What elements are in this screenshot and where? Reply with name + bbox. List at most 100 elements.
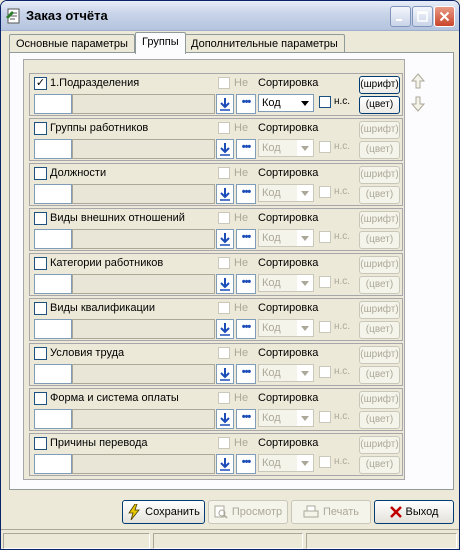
group-code-input[interactable] bbox=[34, 184, 72, 204]
group-ne-checkbox[interactable] bbox=[218, 392, 230, 404]
group-nc-checkbox[interactable] bbox=[319, 141, 331, 153]
group-nc-checkbox[interactable] bbox=[319, 456, 331, 468]
download-arrow-icon bbox=[220, 143, 230, 156]
group-checkbox[interactable] bbox=[34, 212, 47, 225]
print-button[interactable]: Печать bbox=[291, 500, 371, 524]
group-sort-value: Код bbox=[262, 232, 281, 244]
maximize-button[interactable] bbox=[412, 6, 433, 27]
group-ne-checkbox[interactable] bbox=[218, 302, 230, 314]
group-download-button[interactable] bbox=[216, 364, 234, 384]
group-code-input[interactable] bbox=[34, 94, 72, 114]
group-nc-checkbox[interactable] bbox=[319, 186, 331, 198]
group-color-button[interactable]: (цвет) bbox=[359, 411, 400, 429]
group-browse-button[interactable]: ••• bbox=[236, 409, 256, 429]
group-ne-checkbox[interactable] bbox=[218, 212, 230, 224]
group-color-button[interactable]: (цвет) bbox=[359, 96, 400, 114]
group-ne-checkbox[interactable] bbox=[218, 167, 230, 179]
close-button[interactable] bbox=[434, 6, 455, 27]
tab-additional-parameters[interactable]: Дополнительные параметры bbox=[184, 34, 345, 53]
group-code-input[interactable] bbox=[34, 139, 72, 159]
group-color-button[interactable]: (цвет) bbox=[359, 276, 400, 294]
group-browse-button[interactable]: ••• bbox=[236, 454, 256, 474]
group-color-button[interactable]: (цвет) bbox=[359, 186, 400, 204]
group-checkbox[interactable]: ✓ bbox=[34, 77, 47, 90]
group-nc-label: н.с. bbox=[334, 186, 351, 197]
group-color-button[interactable]: (цвет) bbox=[359, 321, 400, 339]
group-font-button[interactable]: (шрифт) bbox=[359, 121, 400, 139]
group-nc-checkbox[interactable] bbox=[319, 411, 331, 423]
group-font-button[interactable]: (шрифт) bbox=[359, 166, 400, 184]
group-font-button[interactable]: (шрифт) bbox=[359, 76, 400, 94]
group-download-button[interactable] bbox=[216, 319, 234, 339]
group-download-button[interactable] bbox=[216, 229, 234, 249]
group-download-button[interactable] bbox=[216, 454, 234, 474]
title-bar[interactable]: Заказ отчёта bbox=[1, 1, 459, 31]
group-color-button[interactable]: (цвет) bbox=[359, 456, 400, 474]
group-ne-checkbox[interactable] bbox=[218, 257, 230, 269]
group-ne-checkbox[interactable] bbox=[218, 437, 230, 449]
group-sort-select[interactable]: Код bbox=[258, 139, 314, 157]
group-sort-select[interactable]: Код bbox=[258, 409, 314, 427]
group-code-input[interactable] bbox=[34, 409, 72, 429]
group-sort-select[interactable]: Код bbox=[258, 364, 314, 382]
group-ne-label: Не bbox=[234, 302, 249, 314]
group-nc-checkbox[interactable] bbox=[319, 321, 331, 333]
move-up-arrow-icon[interactable] bbox=[411, 73, 425, 89]
group-nc-label: н.с. bbox=[334, 321, 351, 332]
minimize-button[interactable] bbox=[390, 6, 411, 27]
group-color-button[interactable]: (цвет) bbox=[359, 366, 400, 384]
group-checkbox[interactable] bbox=[34, 122, 47, 135]
exit-button[interactable]: Выход bbox=[374, 500, 454, 524]
group-ne-checkbox[interactable] bbox=[218, 347, 230, 359]
group-font-button[interactable]: (шрифт) bbox=[359, 301, 400, 319]
group-ne-checkbox[interactable] bbox=[218, 77, 230, 89]
group-sort-select[interactable]: Код bbox=[258, 274, 314, 292]
group-code-input[interactable] bbox=[34, 454, 72, 474]
group-download-button[interactable] bbox=[216, 274, 234, 294]
group-nc-checkbox[interactable] bbox=[319, 231, 331, 243]
move-down-arrow-icon[interactable] bbox=[411, 96, 425, 112]
group-checkbox[interactable] bbox=[34, 437, 47, 450]
group-sort-select[interactable]: Код bbox=[258, 454, 314, 472]
group-code-input[interactable] bbox=[34, 319, 72, 339]
group-color-button[interactable]: (цвет) bbox=[359, 231, 400, 249]
group-font-button[interactable]: (шрифт) bbox=[359, 211, 400, 229]
tab-main-parameters[interactable]: Основные параметры bbox=[9, 34, 135, 53]
group-browse-button[interactable]: ••• bbox=[236, 184, 256, 204]
group-ne-checkbox[interactable] bbox=[218, 122, 230, 134]
group-browse-button[interactable]: ••• bbox=[236, 94, 256, 114]
group-code-input[interactable] bbox=[34, 274, 72, 294]
group-checkbox[interactable] bbox=[34, 167, 47, 180]
group-checkbox[interactable] bbox=[34, 302, 47, 315]
group-nc-checkbox[interactable] bbox=[319, 366, 331, 378]
group-sort-select[interactable]: Код bbox=[258, 94, 314, 112]
group-sort-select[interactable]: Код bbox=[258, 319, 314, 337]
group-download-button[interactable] bbox=[216, 139, 234, 159]
tab-groups[interactable]: Группы bbox=[135, 32, 186, 54]
group-color-button[interactable]: (цвет) bbox=[359, 141, 400, 159]
group-download-button[interactable] bbox=[216, 409, 234, 429]
group-browse-button[interactable]: ••• bbox=[236, 139, 256, 159]
save-button[interactable]: Сохранить bbox=[122, 500, 205, 524]
group-nc-checkbox[interactable] bbox=[319, 276, 331, 288]
group-download-button[interactable] bbox=[216, 184, 234, 204]
group-browse-button[interactable]: ••• bbox=[236, 274, 256, 294]
group-sort-select[interactable]: Код bbox=[258, 184, 314, 202]
print-button-label: Печать bbox=[322, 506, 360, 518]
group-download-button[interactable] bbox=[216, 94, 234, 114]
group-browse-button[interactable]: ••• bbox=[236, 319, 256, 339]
group-font-button[interactable]: (шрифт) bbox=[359, 346, 400, 364]
group-browse-button[interactable]: ••• bbox=[236, 364, 256, 384]
group-browse-button[interactable]: ••• bbox=[236, 229, 256, 249]
group-checkbox[interactable] bbox=[34, 392, 47, 405]
group-font-button[interactable]: (шрифт) bbox=[359, 391, 400, 409]
group-font-button[interactable]: (шрифт) bbox=[359, 256, 400, 274]
group-checkbox[interactable] bbox=[34, 347, 47, 360]
group-font-button[interactable]: (шрифт) bbox=[359, 436, 400, 454]
group-sort-select[interactable]: Код bbox=[258, 229, 314, 247]
group-nc-checkbox[interactable] bbox=[319, 96, 331, 108]
preview-button[interactable]: Просмотр bbox=[208, 500, 288, 524]
group-code-input[interactable] bbox=[34, 364, 72, 384]
group-checkbox[interactable] bbox=[34, 257, 47, 270]
group-code-input[interactable] bbox=[34, 229, 72, 249]
